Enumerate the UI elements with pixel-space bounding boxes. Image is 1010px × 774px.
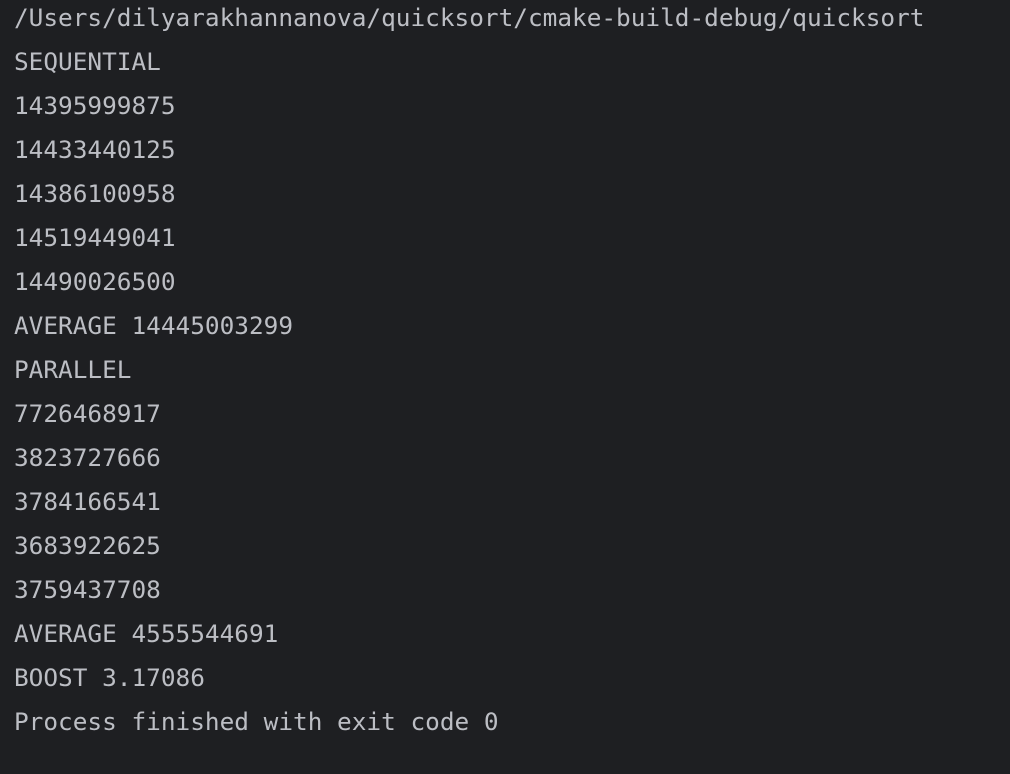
console-line-sequential-run-5: 14490026500 [14,267,176,296]
console-line-sequential-average: AVERAGE 14445003299 [14,311,294,340]
console-line-sequential-run-4: 14519449041 [14,223,176,252]
console-line-parallel-run-3: 3784166541 [14,487,161,516]
console-command-path: /Users/dilyarakhannanova/quicksort/cmake… [14,3,925,32]
console-line-sequential-run-1: 14395999875 [14,91,176,120]
console-line-sequential-header: SEQUENTIAL [14,47,161,76]
console-line-parallel-run-4: 3683922625 [14,531,161,560]
run-console-output[interactable]: /Users/dilyarakhannanova/quicksort/cmake… [0,0,1010,774]
console-line-parallel-header: PARALLEL [14,355,132,384]
console-line-parallel-run-5: 3759437708 [14,575,161,604]
console-line-parallel-average: AVERAGE 4555544691 [14,619,279,648]
console-line-sequential-run-3: 14386100958 [14,179,176,208]
console-line-exit-status: Process finished with exit code 0 [14,707,499,736]
console-line-sequential-run-2: 14433440125 [14,135,176,164]
console-line-parallel-run-1: 7726468917 [14,399,161,428]
console-line-boost: BOOST 3.17086 [14,663,205,692]
console-line-parallel-run-2: 3823727666 [14,443,161,472]
